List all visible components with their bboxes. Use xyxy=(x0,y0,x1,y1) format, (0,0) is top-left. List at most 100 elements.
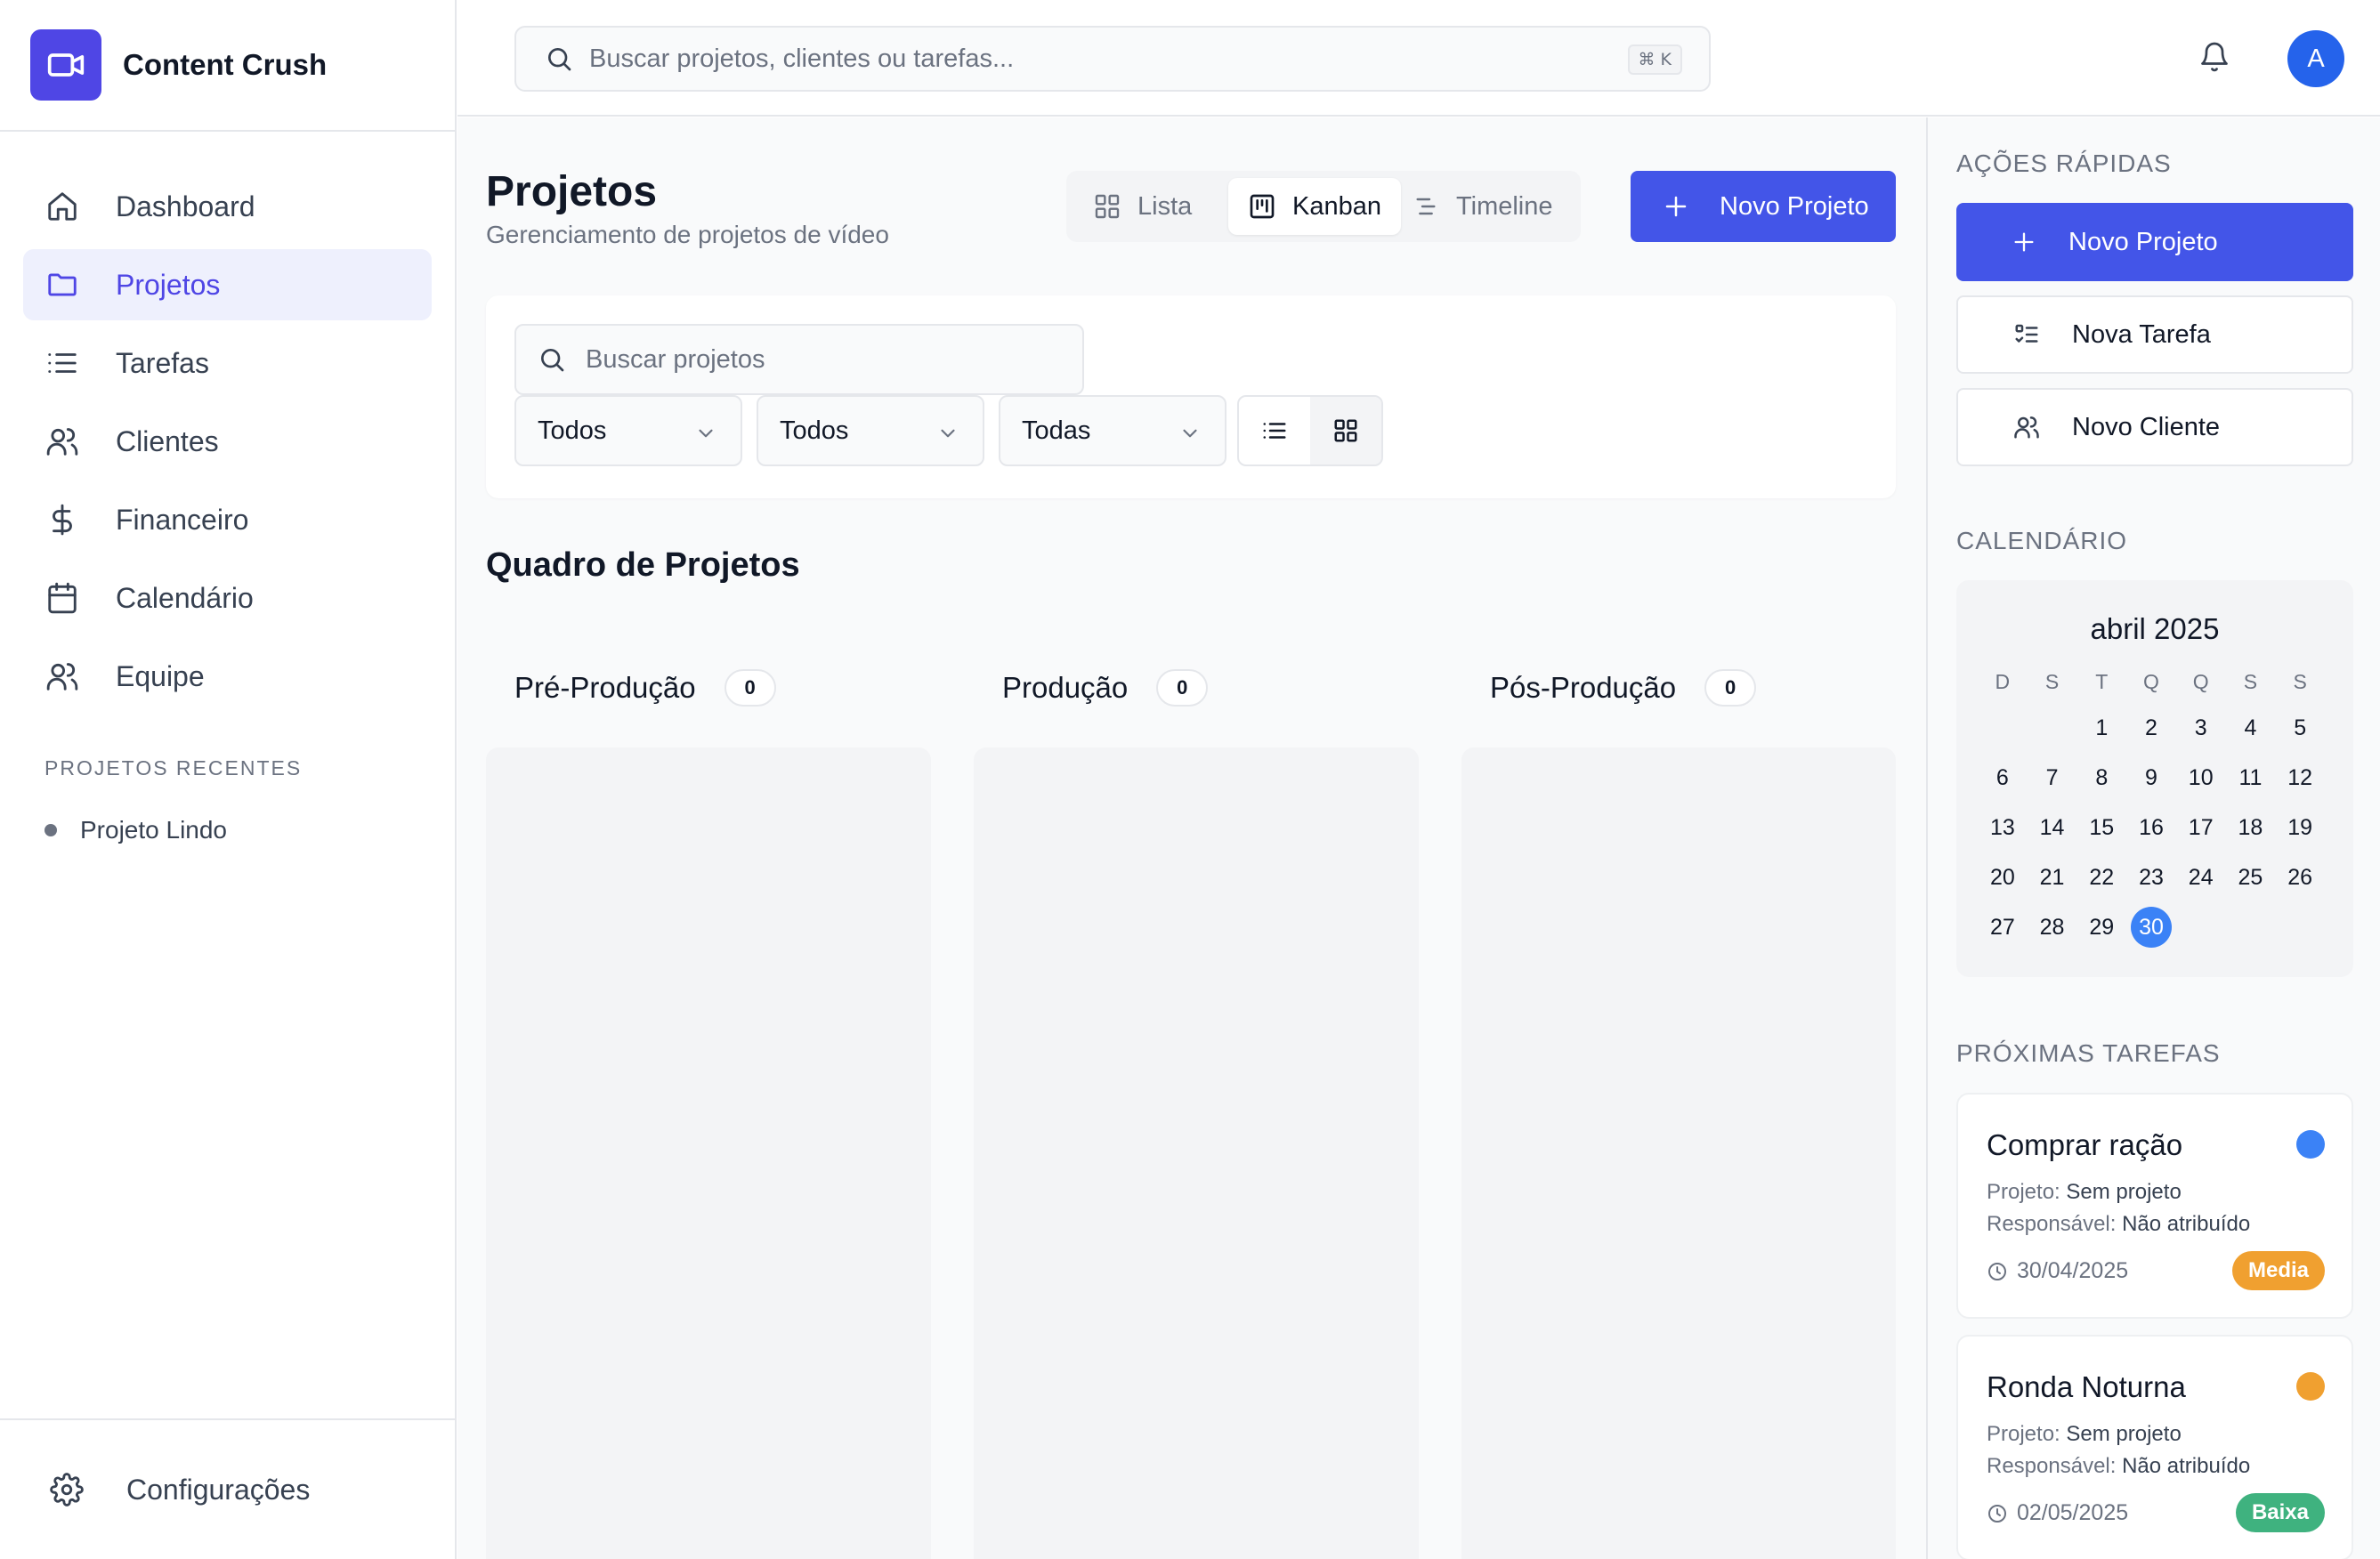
sidebar-item-label: Dashboard xyxy=(116,190,255,222)
calendar-day[interactable]: 2 xyxy=(2126,707,2176,749)
view-tab-timeline[interactable]: Timeline xyxy=(1392,178,1573,235)
sidebar-item-dashboard[interactable]: Dashboard xyxy=(23,171,432,242)
calendar-day[interactable]: 7 xyxy=(2028,756,2077,799)
calendar-day[interactable]: 10 xyxy=(2176,756,2226,799)
column-name: Pós-Produção xyxy=(1490,671,1677,704)
clock-icon xyxy=(1987,1503,2008,1524)
calendar-day[interactable]: 12 xyxy=(2275,756,2325,799)
calendar-month: abril 2025 xyxy=(2090,612,2220,645)
calendar-day[interactable]: 5 xyxy=(2275,707,2325,749)
calendar-day[interactable]: 9 xyxy=(2126,756,2176,799)
calendar-day[interactable]: 19 xyxy=(2275,806,2325,849)
priority-select[interactable]: Todas xyxy=(999,395,1226,466)
calendar-day[interactable]: 21 xyxy=(2028,856,2077,899)
task-project-line: Projeto: Sem projeto xyxy=(1987,1180,2182,1205)
status-select-value: Todos xyxy=(538,416,607,445)
grid-layout-button[interactable] xyxy=(1310,397,1381,464)
recent-project-item[interactable]: Projeto Lindo xyxy=(45,816,455,844)
sidebar-item-equipe[interactable]: Equipe xyxy=(23,641,432,712)
quick-new-client-button[interactable]: Novo Cliente xyxy=(1956,388,2353,466)
calendar-day-number: 19 xyxy=(2287,814,2313,840)
calendar-day-number: 26 xyxy=(2287,864,2313,890)
grid-icon xyxy=(1093,192,1121,221)
chevron-down-icon xyxy=(936,422,959,445)
view-tab-lista[interactable]: Lista xyxy=(1073,178,1211,235)
calendar-icon xyxy=(45,580,80,616)
calendar-day[interactable]: 6 xyxy=(1978,756,2028,799)
calendar-day[interactable]: 1 xyxy=(2076,707,2126,749)
sidebar-item-financeiro[interactable]: Financeiro xyxy=(23,484,432,555)
calendar-weekday: S xyxy=(2293,669,2307,693)
calendar-day-number: 4 xyxy=(2244,715,2257,740)
sidebar-item-projetos[interactable]: Projetos xyxy=(23,249,432,320)
right-panel: AÇÕES RÁPIDAS Novo Projeto Nova Tarefa N… xyxy=(1926,117,2380,1559)
sidebar: Content Crush Dashboard Projetos Tarefas… xyxy=(0,0,457,1559)
column-count-badge: 0 xyxy=(1156,669,1209,707)
client-select[interactable]: Todos xyxy=(757,395,984,466)
calendar-day[interactable]: 23 xyxy=(2126,856,2176,899)
calendar-day[interactable]: 18 xyxy=(2226,806,2276,849)
gear-icon xyxy=(50,1473,84,1506)
calendar-day[interactable]: 26 xyxy=(2275,856,2325,899)
calendar-day[interactable]: 16 xyxy=(2126,806,2176,849)
quick-new-project-button[interactable]: Novo Projeto xyxy=(1956,203,2353,281)
task-assignee-label: Responsável: xyxy=(1987,1454,2117,1478)
calendar-day-today[interactable]: 30 xyxy=(2126,906,2176,949)
project-search[interactable] xyxy=(514,324,1084,395)
priority-badge: Baixa xyxy=(2235,1493,2325,1532)
task-card[interactable]: Ronda Noturna Projeto: Sem projeto Respo… xyxy=(1956,1335,2353,1559)
calendar-day[interactable]: 29 xyxy=(2076,906,2126,949)
status-select[interactable]: Todos xyxy=(514,395,742,466)
kanban-column-producao: Produção 0 xyxy=(974,639,1419,1559)
kanban-column-header: Produção 0 xyxy=(974,639,1419,737)
calendar-day-number: 7 xyxy=(2045,764,2059,790)
calendar-day[interactable]: 4 xyxy=(2226,707,2276,749)
clock-icon xyxy=(1987,1261,2008,1282)
task-date-text: 30/04/2025 xyxy=(2017,1258,2129,1283)
list-layout-button[interactable] xyxy=(1239,397,1310,464)
calendar-day[interactable]: 24 xyxy=(2176,856,2226,899)
calendar-day[interactable]: 8 xyxy=(2076,756,2126,799)
view-tab-kanban[interactable]: Kanban xyxy=(1228,178,1401,235)
kanban-icon xyxy=(1248,192,1276,221)
calendar-day[interactable]: 13 xyxy=(1978,806,2028,849)
calendar-day[interactable]: 17 xyxy=(2176,806,2226,849)
column-count-badge: 0 xyxy=(1704,669,1757,707)
kanban-dropzone[interactable] xyxy=(1461,747,1896,1559)
sidebar-item-tarefas[interactable]: Tarefas xyxy=(23,327,432,399)
task-assignee-value: Não atribuído xyxy=(2122,1454,2251,1478)
calendar-day-number: 18 xyxy=(2238,814,2263,840)
task-status-dot xyxy=(2296,1372,2325,1401)
global-search-input[interactable] xyxy=(589,44,1568,74)
project-search-input[interactable] xyxy=(586,344,1066,375)
sidebar-item-clientes[interactable]: Clientes xyxy=(23,406,432,477)
calendar-day-number: 9 xyxy=(2145,764,2157,790)
calendar-day[interactable]: 27 xyxy=(1978,906,2028,949)
global-search[interactable]: ⌘ K xyxy=(514,26,1711,92)
calendar-day[interactable]: 14 xyxy=(2028,806,2077,849)
calendar-weekday: S xyxy=(2044,669,2060,693)
brand[interactable]: Content Crush xyxy=(0,0,455,132)
calendar-day[interactable]: 22 xyxy=(2076,856,2126,899)
avatar[interactable]: A xyxy=(2287,30,2344,87)
new-project-button[interactable]: Novo Projeto xyxy=(1631,171,1896,242)
timeline-icon xyxy=(1412,192,1440,221)
calendar-day[interactable]: 20 xyxy=(1978,856,2028,899)
sidebar-item-calendario[interactable]: Calendário xyxy=(23,562,432,634)
quick-new-task-button[interactable]: Nova Tarefa xyxy=(1956,295,2353,374)
calendar-day-number: 14 xyxy=(2039,814,2065,840)
calendar-day[interactable]: 15 xyxy=(2076,806,2126,849)
calendar-day[interactable]: 11 xyxy=(2226,756,2276,799)
calendar-day[interactable]: 28 xyxy=(2028,906,2077,949)
settings-link[interactable]: Configurações xyxy=(0,1418,455,1559)
calendar-day[interactable]: 3 xyxy=(2176,707,2226,749)
bell-icon[interactable] xyxy=(2198,41,2234,77)
calendar-day[interactable]: 25 xyxy=(2226,856,2276,899)
view-tab-label: Lista xyxy=(1137,191,1193,221)
kanban-dropzone[interactable] xyxy=(486,747,931,1559)
list-icon xyxy=(45,345,80,381)
recent-project-dot xyxy=(45,824,57,836)
calendar-day-number: 22 xyxy=(2089,864,2115,890)
kanban-dropzone[interactable] xyxy=(974,747,1419,1559)
task-card[interactable]: Comprar ração Projeto: Sem projeto Respo… xyxy=(1956,1093,2353,1319)
